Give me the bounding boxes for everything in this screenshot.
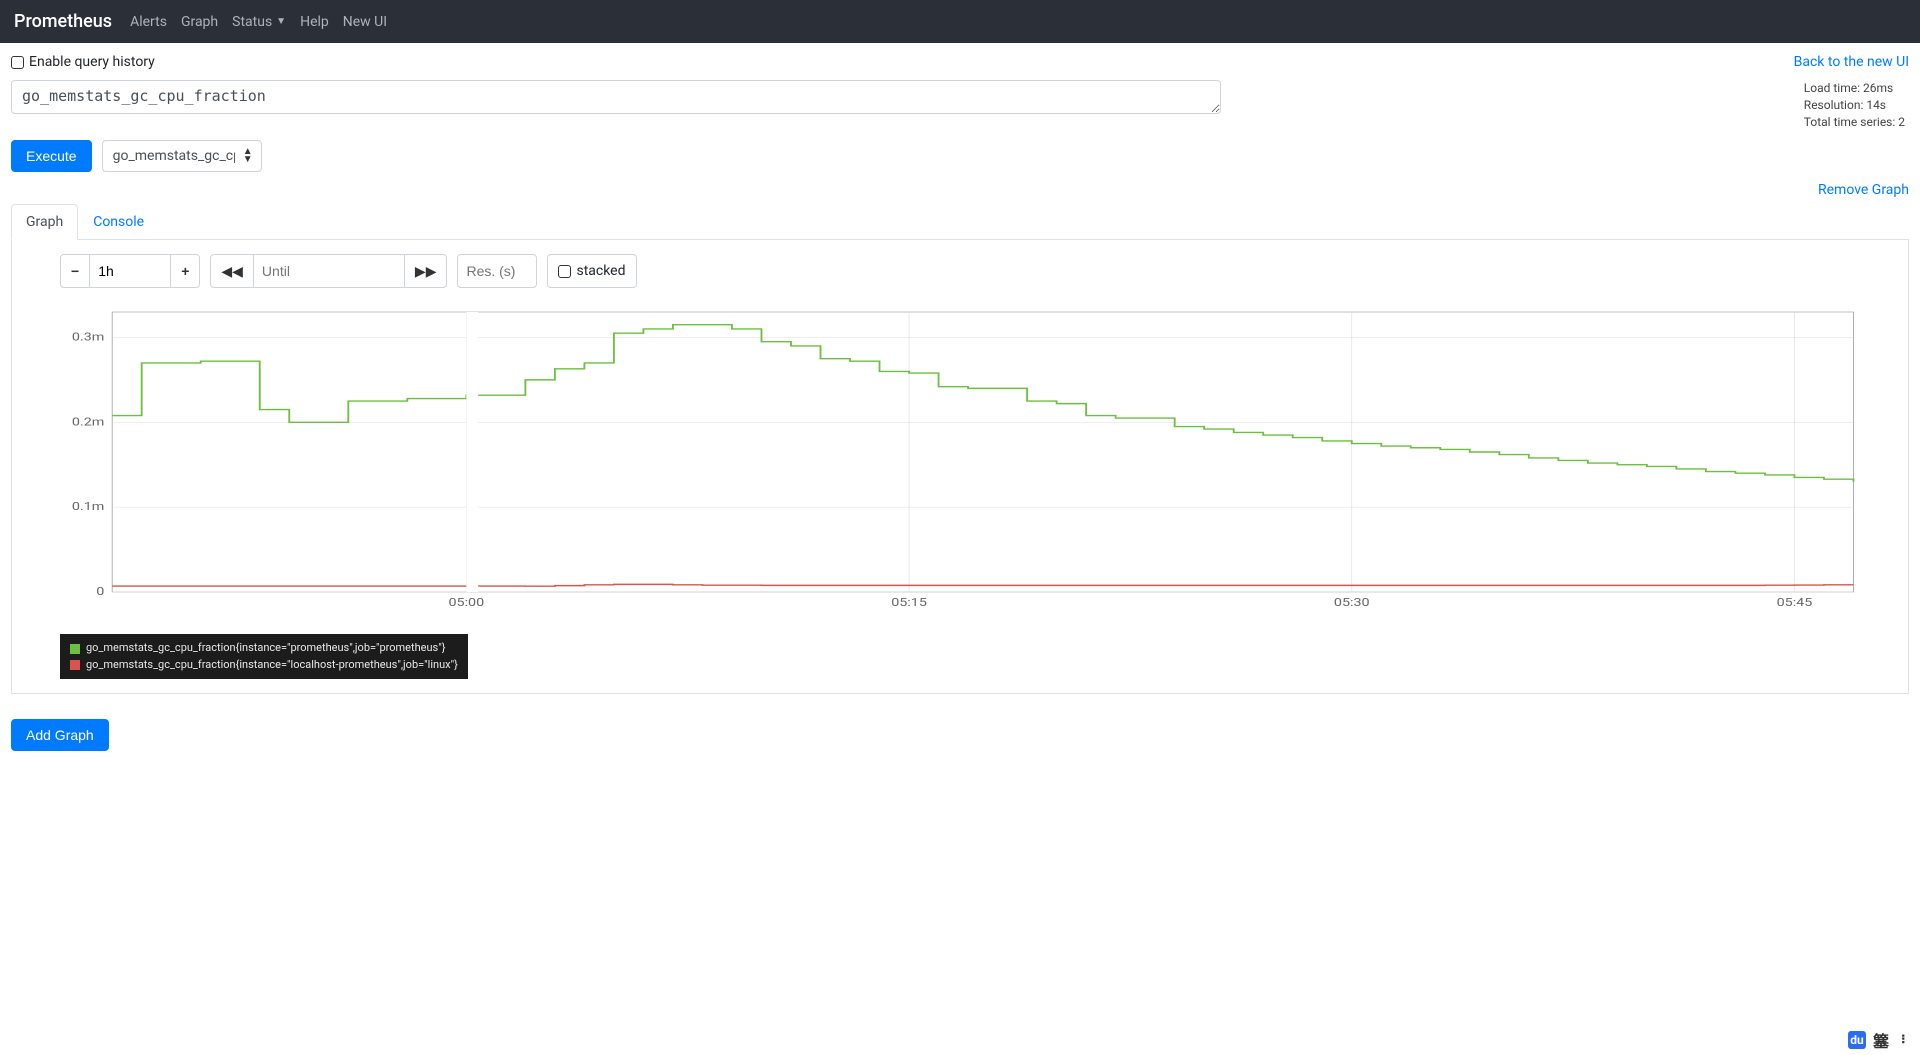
legend-swatch (70, 660, 80, 670)
nav-alerts[interactable]: Alerts (130, 14, 167, 30)
time-group: ◀◀ ▶▶ (210, 254, 447, 288)
metric-select-value: go_memstats_gc_cpu_fra (113, 148, 235, 164)
svg-text:0: 0 (96, 586, 104, 599)
tab-console[interactable]: Console (78, 204, 159, 240)
legend-label: go_memstats_gc_cpu_fraction{instance="pr… (86, 640, 445, 657)
svg-text:0.2m: 0.2m (72, 416, 104, 429)
svg-text:05:30: 05:30 (1334, 597, 1370, 610)
execute-button[interactable]: Execute (11, 140, 92, 172)
enable-history-label: Enable query history (29, 54, 155, 70)
nav-newui[interactable]: New UI (343, 14, 387, 30)
stacked-label: stacked (576, 263, 625, 279)
footer-icons: du 簺 ⠇ (1848, 1031, 1914, 1049)
stacked-toggle[interactable]: stacked (547, 254, 636, 288)
chevron-down-icon: ▼ (276, 16, 286, 27)
until-input[interactable] (254, 254, 404, 288)
range-decrease-button[interactable]: − (60, 254, 90, 288)
range-increase-button[interactable]: + (170, 254, 200, 288)
legend-label: go_memstats_gc_cpu_fraction{instance="lo… (86, 657, 458, 674)
legend-item[interactable]: go_memstats_gc_cpu_fraction{instance="pr… (70, 640, 458, 657)
resolution-input[interactable] (457, 254, 537, 288)
svg-text:05:00: 05:00 (448, 597, 484, 610)
time-forward-button[interactable]: ▶▶ (404, 254, 448, 288)
range-input[interactable] (90, 254, 170, 288)
add-graph-button[interactable]: Add Graph (11, 719, 109, 751)
ext-icon-glyph[interactable]: 簺 (1872, 1031, 1890, 1049)
tabs: Graph Console (11, 204, 1909, 240)
checkbox-icon (558, 265, 571, 278)
tab-graph[interactable]: Graph (11, 204, 78, 240)
svg-text:0.3m: 0.3m (72, 331, 104, 344)
svg-text:0.1m: 0.1m (72, 501, 104, 514)
stat-load-time: Load time: 26ms (1804, 80, 1905, 97)
legend-swatch (70, 644, 80, 654)
nav-status-label: Status (232, 14, 272, 30)
graph-panel: − + ◀◀ ▶▶ stacked 0 0.1m 0.2m 0.3m 05:00 05:1… (11, 240, 1909, 694)
back-to-new-ui-link[interactable]: Back to the new UI (1794, 54, 1909, 70)
navbar: Prometheus Alerts Graph Status ▼ Help New… (0, 0, 1920, 43)
chart: 0 0.1m 0.2m 0.3m 05:00 05:15 05:30 05:45 go_mem… (60, 302, 1860, 679)
checkbox-icon (11, 56, 24, 69)
remove-graph-link[interactable]: Remove Graph (1818, 182, 1909, 198)
legend: go_memstats_gc_cpu_fraction{instance="pr… (60, 634, 468, 679)
nav-help[interactable]: Help (300, 14, 329, 30)
svg-text:05:15: 05:15 (891, 597, 927, 610)
ext-icon-dots[interactable]: ⠇ (1896, 1031, 1914, 1049)
svg-text:05:45: 05:45 (1777, 597, 1813, 610)
select-arrows-icon: ▲▼ (243, 148, 253, 164)
metric-select[interactable]: go_memstats_gc_cpu_fra ▲▼ (102, 140, 262, 172)
legend-item[interactable]: go_memstats_gc_cpu_fraction{instance="lo… (70, 657, 458, 674)
nav-status[interactable]: Status ▼ (232, 14, 286, 30)
range-group: − + (60, 254, 200, 288)
brand[interactable]: Prometheus (14, 11, 112, 32)
chart-svg: 0 0.1m 0.2m 0.3m 05:00 05:15 05:30 05:45 (60, 302, 1860, 622)
stat-total-series: Total time series: 2 (1804, 114, 1905, 131)
enable-history-checkbox[interactable]: Enable query history (11, 54, 155, 70)
time-rewind-button[interactable]: ◀◀ (210, 254, 254, 288)
stat-resolution: Resolution: 14s (1804, 97, 1905, 114)
nav-graph[interactable]: Graph (181, 14, 218, 30)
query-stats: Load time: 26ms Resolution: 14s Total ti… (1804, 80, 1909, 130)
ext-icon-du[interactable]: du (1848, 1031, 1866, 1049)
expression-input[interactable] (11, 80, 1221, 114)
